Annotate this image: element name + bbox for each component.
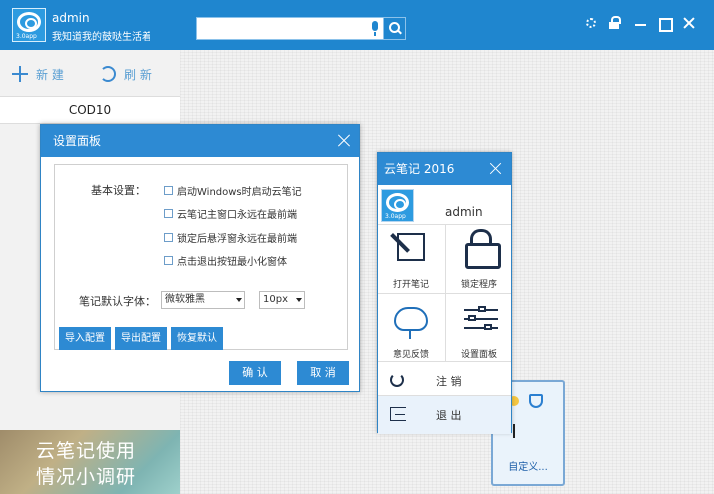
refresh-label: 刷 新 xyxy=(124,67,152,82)
cloud-icon xyxy=(394,307,428,339)
restore-default-button[interactable]: 恢复默认 xyxy=(171,327,223,350)
close-icon[interactable] xyxy=(337,134,351,148)
lock-program-label: 锁定程序 xyxy=(460,280,497,290)
cloud-panel-logo-icon: 3.0app xyxy=(381,189,414,222)
option-minimize-close-label: 点击退出按钮最小化窗体 xyxy=(177,257,287,268)
settings-dialog-title-bar: 设置面板 xyxy=(41,125,359,157)
maximize-icon[interactable] xyxy=(658,16,673,32)
lock-icon[interactable] xyxy=(608,16,622,30)
quit-label: 退 出 xyxy=(436,409,462,422)
cloud-panel-title: 云笔记 2016 xyxy=(384,162,455,176)
font-family-select[interactable]: 微软雅黑 xyxy=(161,291,245,309)
confirm-button[interactable]: 确 认 xyxy=(229,361,281,385)
settings-panel-label: 设置面板 xyxy=(460,350,497,360)
cloud-panel: 云笔记 2016 3.0app admin 打开笔记 锁定程序 意见反馈 设置面… xyxy=(377,152,512,434)
plus-icon xyxy=(12,66,28,82)
survey-title-line-1: 云笔记使用 xyxy=(36,440,137,462)
survey-banner[interactable]: 云笔记使用 情况小调研 xyxy=(0,430,180,494)
lock-program-tile[interactable]: 锁定程序 xyxy=(446,225,512,293)
microphone-icon[interactable] xyxy=(370,20,380,37)
new-label: 新 建 xyxy=(36,67,64,82)
app-logo-icon[interactable]: 3.0app xyxy=(12,8,46,42)
refresh-button[interactable]: 刷 新 xyxy=(100,64,152,84)
basic-settings-label: 基本设置： xyxy=(91,184,146,197)
default-font-label: 笔记默认字体： xyxy=(79,295,156,308)
exit-icon xyxy=(390,407,406,421)
settings-dialog: 设置面板 基本设置： 启动Windows时启动云笔记 云笔记主窗口永远在最前端 … xyxy=(40,124,360,392)
option-main-top[interactable]: 云笔记主窗口永远在最前端 xyxy=(164,206,297,221)
checkbox-startup[interactable] xyxy=(164,186,173,195)
logo-small-text: 3.0app xyxy=(16,33,37,40)
open-note-label: 打开笔记 xyxy=(392,280,429,290)
import-config-button[interactable]: 导入配置 xyxy=(59,327,111,350)
edit-icon xyxy=(397,233,425,261)
user-motto: 我知道我的鼓哒生活着... xyxy=(52,32,150,43)
minimize-icon[interactable] xyxy=(634,16,648,30)
logout-label: 注 销 xyxy=(436,375,462,388)
settings-gear-icon[interactable] xyxy=(584,16,598,30)
search-input[interactable] xyxy=(197,18,367,39)
checkbox-minimize-close[interactable] xyxy=(164,256,173,265)
cloud-panel-username: admin xyxy=(445,205,483,219)
survey-title-line-2: 情况小调研 xyxy=(36,466,137,488)
quit-button[interactable]: 退 出 xyxy=(378,396,511,434)
top-bar: 3.0app admin 我知道我的鼓哒生活着... xyxy=(0,0,714,50)
option-float-top-label: 锁定后悬浮窗永远在最前端 xyxy=(177,234,297,245)
close-icon[interactable] xyxy=(489,162,502,175)
option-startup-label: 启动Windows时启动云笔记 xyxy=(177,187,302,198)
open-note-tile[interactable]: 打开笔记 xyxy=(378,225,444,293)
new-button[interactable]: 新 建 xyxy=(12,64,64,84)
sliders-icon xyxy=(464,306,498,335)
settings-dialog-title: 设置面板 xyxy=(53,134,102,148)
logout-icon xyxy=(390,373,404,387)
font-size-select[interactable]: 10px xyxy=(259,291,305,309)
feedback-tile[interactable]: 意见反馈 xyxy=(378,293,444,361)
padlock-icon xyxy=(465,229,501,269)
chevron-down-icon xyxy=(296,298,302,302)
option-float-top[interactable]: 锁定后悬浮窗永远在最前端 xyxy=(164,230,297,245)
checkbox-float-top[interactable] xyxy=(164,233,173,242)
username[interactable]: admin xyxy=(52,11,90,25)
settings-body: 基本设置： 启动Windows时启动云笔记 云笔记主窗口永远在最前端 锁定后悬浮… xyxy=(54,164,348,350)
list-item[interactable]: COD10 xyxy=(0,96,180,124)
option-minimize-close[interactable]: 点击退出按钮最小化窗体 xyxy=(164,253,287,268)
logo-mark-icon xyxy=(386,193,409,212)
logo-small-text: 3.0app xyxy=(385,213,406,220)
feedback-label: 意见反馈 xyxy=(392,350,429,360)
search-button[interactable] xyxy=(383,17,406,40)
option-main-top-label: 云笔记主窗口永远在最前端 xyxy=(177,210,297,221)
search-bar xyxy=(196,17,406,40)
refresh-icon xyxy=(100,66,116,82)
shield-icon[interactable] xyxy=(529,394,543,408)
close-icon[interactable] xyxy=(682,16,696,30)
export-config-button[interactable]: 导出配置 xyxy=(115,327,167,350)
cursor-icon xyxy=(513,424,521,438)
logo-mark-icon xyxy=(17,12,41,32)
font-size-value: 10px xyxy=(263,294,288,305)
chevron-down-icon xyxy=(236,298,242,302)
settings-panel-tile[interactable]: 设置面板 xyxy=(446,293,512,361)
cancel-button[interactable]: 取 消 xyxy=(297,361,349,385)
checkbox-main-top[interactable] xyxy=(164,209,173,218)
font-family-value: 微软雅黑 xyxy=(165,294,205,305)
option-startup[interactable]: 启动Windows时启动云笔记 xyxy=(164,183,302,198)
cloud-panel-title-bar: 云笔记 2016 xyxy=(378,153,511,185)
customize-label[interactable]: 自定义... xyxy=(493,458,563,473)
